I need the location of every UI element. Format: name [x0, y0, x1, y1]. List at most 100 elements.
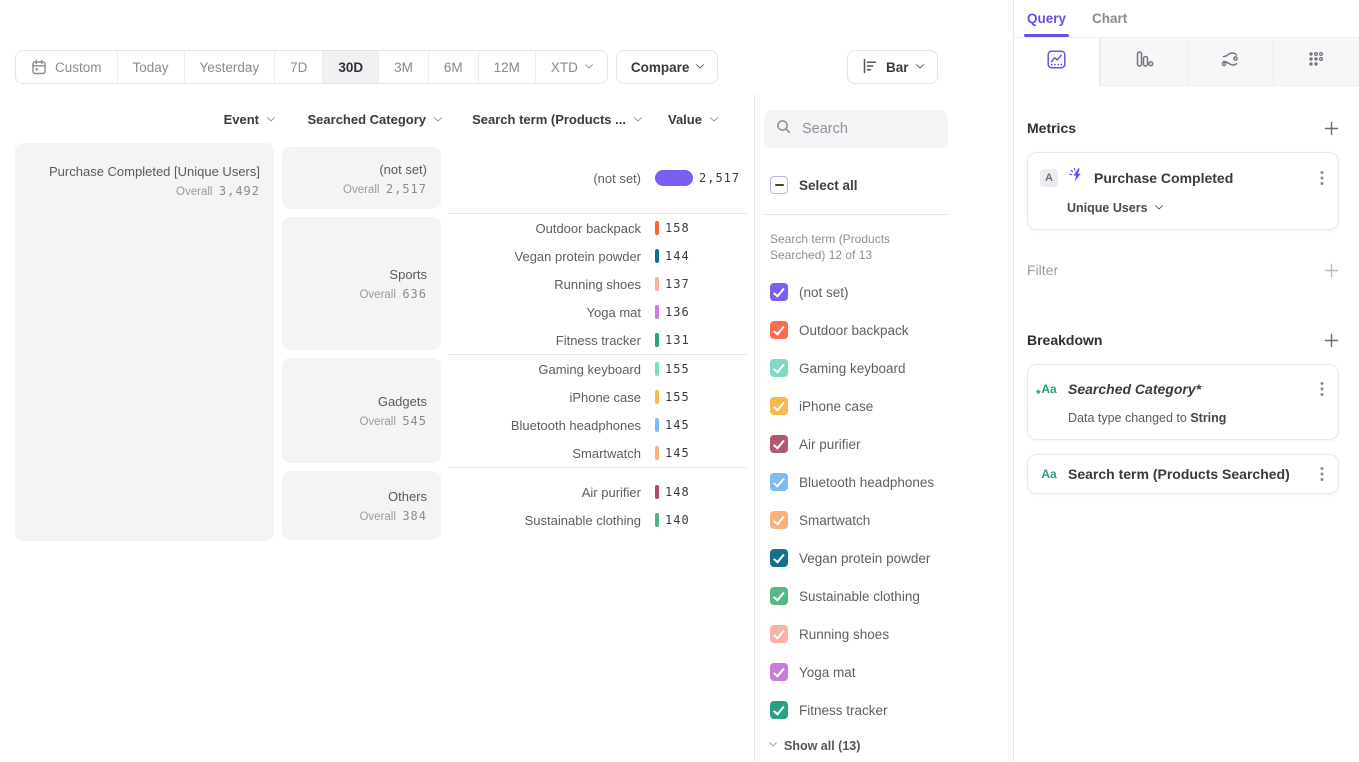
- table-row[interactable]: Running shoes137: [449, 270, 747, 298]
- legend-item[interactable]: Vegan protein powder: [770, 549, 1013, 567]
- legend-item[interactable]: Running shoes: [770, 625, 1013, 643]
- tab-insights[interactable]: [1014, 38, 1100, 86]
- column-header-value[interactable]: Value: [668, 112, 717, 127]
- metrics-heading: Metrics: [1027, 120, 1076, 136]
- add-filter-button[interactable]: [1324, 263, 1339, 278]
- overall-value: 2,517: [386, 182, 427, 196]
- event-cell[interactable]: Purchase Completed [Unique Users] Overal…: [15, 143, 274, 541]
- tab-flows[interactable]: [1187, 38, 1273, 86]
- query-builder-panel: Query Chart: [1013, 0, 1359, 762]
- checked-checkbox[interactable]: [770, 473, 788, 491]
- category-name: Others: [388, 488, 427, 505]
- counting-method-dropdown[interactable]: Unique Users: [1067, 201, 1326, 215]
- table-row[interactable]: Vegan protein powder144: [449, 242, 747, 270]
- legend-item[interactable]: Yoga mat: [770, 663, 1013, 681]
- search-term-label: iPhone case: [449, 390, 641, 405]
- column-header-event[interactable]: Event: [15, 112, 274, 127]
- checked-checkbox[interactable]: [770, 283, 788, 301]
- metric-card[interactable]: A Purchase Completed Unique Users: [1027, 152, 1339, 230]
- column-header-label: Event: [224, 112, 259, 127]
- checked-checkbox[interactable]: [770, 663, 788, 681]
- date-range-3m[interactable]: 3M: [378, 51, 428, 83]
- date-range-custom[interactable]: Custom: [16, 51, 117, 83]
- value-label: 144: [665, 249, 690, 263]
- column-header-search-term[interactable]: Search term (Products ...: [449, 112, 641, 127]
- kebab-menu-icon[interactable]: [1318, 168, 1326, 188]
- value-bar: [655, 249, 659, 263]
- breakdown-card-search-term[interactable]: Aa Search term (Products Searched): [1027, 454, 1339, 494]
- table-row[interactable]: Gaming keyboard155: [449, 355, 747, 383]
- checked-checkbox[interactable]: [770, 549, 788, 567]
- group-rows: Outdoor backpack158Vegan protein powder1…: [449, 213, 747, 354]
- table-row[interactable]: Air purifier148: [449, 478, 747, 506]
- date-range-30d[interactable]: 30D: [322, 51, 378, 83]
- kebab-menu-icon[interactable]: [1318, 464, 1326, 484]
- table-row[interactable]: Fitness tracker131: [449, 326, 747, 354]
- chevron-down-icon: [585, 60, 593, 68]
- table-row[interactable]: iPhone case155: [449, 383, 747, 411]
- date-range-7d[interactable]: 7D: [274, 51, 322, 83]
- date-range-today[interactable]: Today: [117, 51, 184, 83]
- compare-button[interactable]: Compare: [616, 50, 719, 84]
- table-row[interactable]: Bluetooth headphones145: [449, 411, 747, 439]
- checked-checkbox[interactable]: [770, 701, 788, 719]
- tab-query[interactable]: Query: [1027, 11, 1066, 26]
- legend-item[interactable]: (not set): [770, 283, 1013, 301]
- checked-checkbox[interactable]: [770, 321, 788, 339]
- indeterminate-dash-icon: [775, 184, 784, 186]
- breakdown-card-searched-category[interactable]: Aa* Searched Category* Data type changed…: [1027, 364, 1339, 440]
- legend-item[interactable]: Smartwatch: [770, 511, 1013, 529]
- overall-value: 636: [402, 287, 427, 301]
- legend-item[interactable]: Gaming keyboard: [770, 359, 1013, 377]
- table-row[interactable]: Smartwatch145: [449, 439, 747, 467]
- select-all-checkbox[interactable]: [770, 176, 788, 194]
- legend-item[interactable]: Fitness tracker: [770, 701, 1013, 719]
- checked-checkbox[interactable]: [770, 587, 788, 605]
- legend-search-box[interactable]: [764, 110, 948, 148]
- category-cell[interactable]: GadgetsOverall 545: [282, 358, 441, 463]
- checked-checkbox[interactable]: [770, 359, 788, 377]
- legend-item[interactable]: Bluetooth headphones: [770, 473, 1013, 491]
- date-range-yesterday[interactable]: Yesterday: [184, 51, 275, 83]
- checked-checkbox[interactable]: [770, 435, 788, 453]
- checked-checkbox[interactable]: [770, 397, 788, 415]
- breakdown-section-header: Breakdown: [1027, 332, 1339, 348]
- legend-item[interactable]: Outdoor backpack: [770, 321, 1013, 339]
- checked-checkbox[interactable]: [770, 625, 788, 643]
- select-all-row[interactable]: Select all: [764, 176, 1013, 194]
- column-header-searched-category[interactable]: Searched Category: [282, 112, 441, 127]
- breakdown-property-name: Searched Category*: [1068, 381, 1201, 397]
- add-metric-button[interactable]: [1324, 121, 1339, 136]
- table-row[interactable]: Outdoor backpack158: [449, 214, 747, 242]
- checked-checkbox[interactable]: [770, 511, 788, 529]
- tab-chart[interactable]: Chart: [1092, 11, 1127, 26]
- value-label: 155: [665, 362, 690, 376]
- event-overall: Overall 3,492: [25, 184, 260, 198]
- legend-item[interactable]: iPhone case: [770, 397, 1013, 415]
- kebab-menu-icon[interactable]: [1318, 379, 1326, 399]
- category-cell[interactable]: OthersOverall 384: [282, 471, 441, 540]
- legend-item-label: Vegan protein powder: [799, 551, 930, 566]
- legend-item[interactable]: Sustainable clothing: [770, 587, 1013, 605]
- table-row[interactable]: Sustainable clothing140: [449, 506, 747, 534]
- value-label: 136: [665, 305, 690, 319]
- tab-retention[interactable]: [1273, 38, 1359, 86]
- legend-item[interactable]: Air purifier: [770, 435, 1013, 453]
- chart-type-button[interactable]: Bar: [847, 50, 938, 84]
- overall-label: Overall: [359, 416, 395, 428]
- date-range-6m[interactable]: 6M: [428, 51, 478, 83]
- date-range-label: 12M: [494, 60, 520, 75]
- show-all-button[interactable]: Show all (13): [764, 739, 1013, 753]
- legend-item-label: Bluetooth headphones: [799, 475, 934, 490]
- date-range-xtd[interactable]: XTD: [535, 51, 607, 83]
- tab-funnels[interactable]: [1100, 38, 1186, 86]
- legend-search-input[interactable]: [800, 120, 930, 138]
- category-cell[interactable]: SportsOverall 636: [282, 217, 441, 350]
- add-breakdown-button[interactable]: [1324, 333, 1339, 348]
- table-row[interactable]: Yoga mat136: [449, 298, 747, 326]
- date-range-12m[interactable]: 12M: [478, 51, 535, 83]
- overall-label: Overall: [359, 511, 395, 523]
- group-rows: (not set)2,517: [449, 143, 747, 213]
- table-row[interactable]: (not set)2,517: [449, 164, 747, 192]
- category-cell[interactable]: (not set)Overall 2,517: [282, 147, 441, 209]
